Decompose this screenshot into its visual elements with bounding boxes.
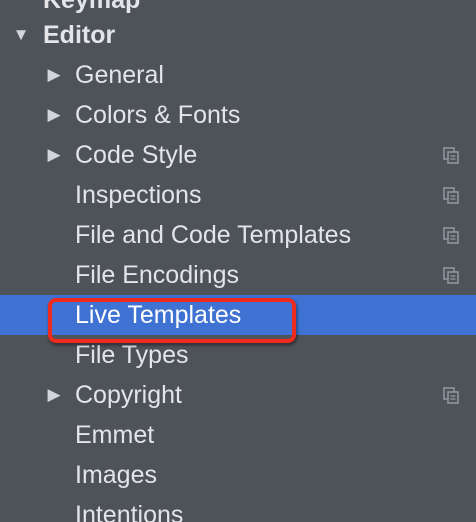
tree-item-label: Images: [75, 461, 157, 489]
tree-item-emmet[interactable]: Emmet: [0, 415, 476, 455]
expand-arrow-icon[interactable]: ▶: [44, 375, 64, 415]
tree-item-copyright[interactable]: ▶ Copyright: [0, 375, 476, 415]
tree-item-label: Colors & Fonts: [75, 101, 241, 129]
settings-tree: Keymap ▼ Editor ▶ General ▶ Colors & Fon…: [0, 0, 476, 522]
copy-icon: [443, 387, 459, 404]
tree-item-intentions[interactable]: Intentions: [0, 495, 476, 522]
expand-arrow-icon[interactable]: ▶: [44, 95, 64, 135]
tree-item-live-templates[interactable]: Live Templates: [0, 295, 476, 335]
tree-item-code-style[interactable]: ▶ Code Style: [0, 135, 476, 175]
tree-item-label: Intentions: [75, 501, 184, 522]
tree-item-label: Live Templates: [75, 301, 242, 329]
tree-item-file-encodings[interactable]: File Encodings: [0, 255, 476, 295]
collapse-arrow-icon[interactable]: ▼: [11, 15, 31, 55]
tree-item-label: File and Code Templates: [75, 221, 352, 249]
expand-arrow-icon[interactable]: ▶: [44, 135, 64, 175]
tree-item-general[interactable]: ▶ General: [0, 55, 476, 95]
tree-item-label: Emmet: [75, 421, 155, 449]
tree-item-file-types[interactable]: File Types: [0, 335, 476, 375]
tree-item-editor[interactable]: ▼ Editor: [0, 15, 476, 55]
copy-icon: [443, 267, 459, 284]
expand-arrow-icon[interactable]: ▶: [44, 55, 64, 95]
copy-icon: [443, 227, 459, 244]
tree-item-colors-fonts[interactable]: ▶ Colors & Fonts: [0, 95, 476, 135]
tree-item-label: General: [75, 61, 164, 89]
tree-item-file-code-templates[interactable]: File and Code Templates: [0, 215, 476, 255]
tree-item-label: Code Style: [75, 141, 198, 169]
tree-item-images[interactable]: Images: [0, 455, 476, 495]
tree-item-label: File Encodings: [75, 261, 239, 289]
copy-icon: [443, 187, 459, 204]
tree-item-inspections[interactable]: Inspections: [0, 175, 476, 215]
tree-item-label: Inspections: [75, 181, 202, 209]
tree-item-label: Copyright: [75, 381, 182, 409]
copy-icon: [443, 147, 459, 164]
tree-item-label: File Types: [75, 341, 189, 369]
tree-item-label: Editor: [43, 21, 116, 49]
